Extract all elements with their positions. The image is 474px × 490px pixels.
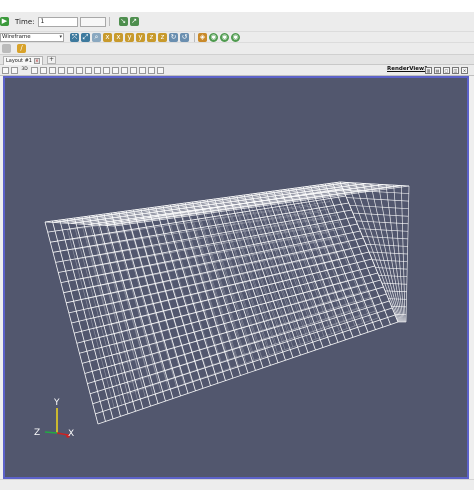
mesh-line — [359, 228, 409, 232]
view-plus-z-icon[interactable]: z — [147, 32, 156, 42]
edit-color-map-icon[interactable]: ↘ — [118, 17, 128, 26]
hover-cells-icon[interactable] — [139, 66, 146, 74]
zoom-to-data-icon[interactable]: ⤢ — [81, 32, 90, 42]
view-plus-x-icon[interactable]: x — [103, 32, 112, 42]
center-axes-icon[interactable] — [11, 66, 18, 74]
mesh-line — [385, 290, 407, 293]
status-area — [0, 479, 474, 490]
paraview-window: ▶ Time: 1 ↘ ↗ Wireframe ▾ ⤧ ⤢ ⌕ x x y y … — [0, 0, 474, 490]
tools-toolbar: / — [0, 43, 474, 55]
rotate-90-ccw-icon[interactable]: ↺ — [180, 32, 189, 42]
mesh-line — [349, 204, 409, 210]
mesh-line — [375, 267, 408, 270]
select-cells-icon[interactable]: ◈ — [198, 32, 207, 42]
maximize-icon[interactable]: ▢ — [443, 67, 450, 74]
select-block-icon[interactable]: ◉ — [220, 32, 229, 42]
wireframe-mesh — [44, 181, 410, 425]
top-strip — [0, 0, 474, 12]
mesh-line — [372, 259, 408, 262]
select-frustum-points-icon[interactable] — [94, 66, 101, 74]
view-minus-z-icon[interactable]: z — [158, 32, 167, 42]
split-horizontal-icon[interactable]: ▥ — [425, 67, 432, 74]
mesh-line — [352, 212, 409, 217]
select-surface-points-icon[interactable] — [76, 66, 83, 74]
mesh-line — [381, 282, 407, 285]
interactive-select-icon[interactable] — [121, 66, 128, 74]
camera-link-icon[interactable] — [2, 66, 9, 74]
connect-icon[interactable]: ▶ — [0, 17, 9, 26]
rotate-90-cw-icon[interactable]: ↻ — [169, 32, 178, 42]
undo-camera-icon[interactable] — [40, 66, 47, 74]
mesh-line — [388, 298, 407, 300]
separator — [108, 17, 110, 26]
axis-y-label: Y — [53, 398, 60, 408]
select-block-icon[interactable] — [112, 66, 119, 74]
axis-z-line — [44, 431, 58, 434]
separator — [194, 32, 195, 42]
select-frustum-cells-icon[interactable] — [85, 66, 92, 74]
representation-value: Wireframe — [2, 33, 31, 40]
new-tab-button[interactable]: + — [47, 56, 56, 64]
ruler-icon[interactable]: / — [17, 44, 26, 53]
axis-z-label: Z — [34, 428, 40, 438]
rescale-range-icon[interactable]: ↗ — [129, 17, 139, 26]
time-input[interactable]: 1 — [37, 16, 78, 27]
axis-x-line — [56, 432, 69, 436]
mesh-line — [365, 243, 408, 247]
redo-camera-icon[interactable] — [49, 66, 56, 74]
restore-icon[interactable]: ◫ — [452, 67, 459, 74]
mesh-line — [346, 197, 409, 202]
reset-camera-icon[interactable]: ⤧ — [70, 32, 79, 42]
tool-handle-icon[interactable] — [2, 44, 11, 53]
close-view-icon[interactable]: × — [461, 67, 468, 74]
clear-selection-icon[interactable] — [148, 66, 155, 74]
hover-points-icon[interactable] — [130, 66, 137, 74]
select-points-icon[interactable]: ◉ — [209, 32, 218, 42]
view-minus-y-icon[interactable]: y — [136, 32, 145, 42]
representation-toolbar: Wireframe ▾ ⤧ ⤢ ⌕ x x y y z z ↻ ↺ ◈ ◉ ◉ … — [0, 32, 474, 43]
view-plus-y-icon[interactable]: y — [125, 32, 134, 42]
split-vertical-icon[interactable]: ▤ — [434, 67, 441, 74]
select-polygon-icon[interactable] — [103, 66, 110, 74]
orientation-axes: Y X Z — [34, 398, 74, 439]
capture-screenshot-icon[interactable] — [31, 66, 38, 74]
tab-layout-1[interactable]: Layout #1 × — [3, 56, 43, 65]
layout-tab-bar: Layout #1 × + — [0, 55, 474, 65]
render-view[interactable]: Y X Z — [3, 76, 469, 479]
select-surface-cells-icon[interactable] — [67, 66, 74, 74]
toggle-3d-button[interactable]: 3D — [20, 67, 29, 74]
interactive-select-icon[interactable]: ◉ — [231, 32, 240, 42]
time-label: Time: — [15, 17, 35, 26]
mesh-line — [362, 236, 408, 240]
close-icon[interactable]: × — [33, 58, 40, 64]
mesh-line — [44, 181, 341, 223]
mesh-line — [92, 307, 393, 405]
zoom-to-box-icon[interactable]: ⌕ — [92, 32, 101, 42]
time-step-field[interactable] — [79, 16, 106, 27]
mesh-line — [89, 300, 390, 395]
view-minus-x-icon[interactable]: x — [114, 32, 123, 42]
mesh-line — [356, 220, 409, 225]
tab-label: Layout #1 — [6, 57, 32, 64]
view-name-label[interactable]: RenderView1 — [387, 66, 428, 72]
orientation-axes-icon[interactable] — [58, 66, 65, 74]
render-canvas[interactable]: Y X Z — [5, 78, 467, 477]
grow-selection-icon[interactable] — [157, 66, 164, 74]
mesh-line — [378, 274, 408, 278]
axis-x-label: X — [68, 429, 74, 439]
main-toolbar: ▶ Time: 1 ↘ ↗ — [0, 12, 474, 32]
mesh-line — [368, 251, 408, 255]
chevron-down-icon: ▾ — [59, 33, 62, 40]
mesh-line — [66, 237, 364, 304]
representation-select[interactable]: Wireframe ▾ — [0, 32, 64, 42]
